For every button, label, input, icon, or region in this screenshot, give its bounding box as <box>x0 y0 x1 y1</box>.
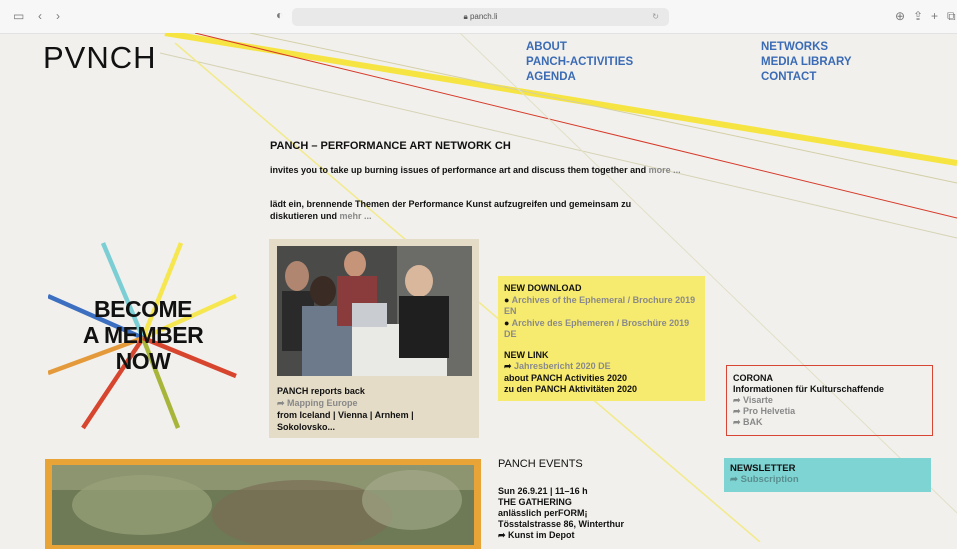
member-line-2: A MEMBER <box>82 322 204 348</box>
browser-toolbar: ▭ ‹ › ◐ 🔒︎ panch.li ↻ ⊕ ⇪ + ⧉ <box>0 0 957 34</box>
intro-de-text: lädt ein, brennende Themen der Performan… <box>270 199 632 221</box>
corona-link-visarte[interactable]: ➦ Visarte <box>733 395 926 406</box>
nav-column-1: ABOUT PANCH-ACTIVITIES AGENDA <box>526 40 633 85</box>
video-image <box>52 465 474 545</box>
report-text: PANCH reports back ➦ Mapping Europe from… <box>277 385 472 433</box>
arrow-icon: ➦ <box>733 395 744 405</box>
event-link-label: Kunst im Depot <box>508 530 575 540</box>
bullet-icon: ● <box>504 294 512 305</box>
bullet-icon: ● <box>504 317 512 328</box>
share-icon[interactable]: ⇪ <box>913 8 923 24</box>
reload-icon[interactable]: ↻ <box>652 8 659 26</box>
corona-link-bak[interactable]: ➦ BAK <box>733 417 926 428</box>
nav-media-library[interactable]: MEDIA LIBRARY <box>761 55 852 70</box>
arrow-icon: ➦ <box>733 417 744 427</box>
about-activities: about PANCH Activities 2020 <box>504 372 628 383</box>
download-item-2[interactable]: ● Archive des Ephemeren / Broschüre 2019… <box>504 318 702 341</box>
event-name: THE GATHERING <box>498 497 572 507</box>
back-icon[interactable]: ‹ <box>38 8 42 24</box>
lock-icon: 🔒︎ <box>463 12 468 21</box>
report-title: PANCH reports back <box>277 386 365 396</box>
report-link[interactable]: ➦ Mapping Europe <box>277 397 472 409</box>
corona-subtitle: Informationen für Kulturschaffende <box>733 384 885 394</box>
photo-people <box>277 246 472 376</box>
pro-helvetia-label: Pro Helvetia <box>743 406 796 416</box>
report-cities: from Iceland | Vienna | Arnhem | Sokolov… <box>277 410 414 432</box>
plus-icon[interactable]: + <box>931 8 938 24</box>
tabs-icon[interactable]: ⧉ <box>947 8 956 24</box>
download-item-1-label: Archives of the Ephemeral / Brochure 201… <box>504 294 696 317</box>
arrow-icon: ➦ <box>277 398 288 408</box>
jahresbericht-link[interactable]: ➦ Jahresbericht 2020 DE <box>504 361 702 373</box>
intro-de: lädt ein, brennende Themen der Performan… <box>270 198 660 222</box>
member-line-3: NOW <box>115 348 171 374</box>
zu-aktivitaeten: zu den PANCH Aktivitäten 2020 <box>504 384 638 394</box>
nav-about[interactable]: ABOUT <box>526 40 633 55</box>
shield-icon[interactable]: ◐ <box>276 7 283 23</box>
download-item-2-label: Archive des Ephemeren / Broschüre 2019 D… <box>504 317 690 340</box>
thin-line-3 <box>459 33 957 514</box>
nav-panch-activities[interactable]: PANCH-ACTIVITIES <box>526 55 633 70</box>
bak-label: BAK <box>743 417 763 427</box>
subscription-label: Subscription <box>740 474 799 485</box>
events-section: PANCH EVENTS Sun 26.9.21 | 11–16 h THE G… <box>498 459 708 541</box>
arrow-icon: ➦ <box>504 361 515 371</box>
arrow-icon: ➦ <box>733 406 744 416</box>
visarte-label: Visarte <box>743 395 773 405</box>
address-text: panch.li <box>469 12 498 21</box>
forward-icon[interactable]: › <box>56 8 60 24</box>
corona-box: CORONA Informationen für Kulturschaffend… <box>726 365 933 436</box>
intro-title: PANCH – PERFORMANCE ART NETWORK CH <box>270 140 511 152</box>
nav-networks[interactable]: NETWORKS <box>761 40 852 55</box>
address-bar[interactable]: 🔒︎ panch.li ↻ <box>292 8 669 26</box>
member-line-1: BECOME <box>94 296 192 322</box>
event-sub: anlässlich perFORM¡ <box>498 508 588 518</box>
newsletter-box: NEWSLETTER ➦ Subscription <box>724 458 931 492</box>
intro-en-text: invites you to take up burning issues of… <box>270 165 649 175</box>
event-date: Sun 26.9.21 | 11–16 h <box>498 486 588 496</box>
nav-contact[interactable]: CONTACT <box>761 70 852 85</box>
download-content: NEW DOWNLOAD ● Archives of the Ephemeral… <box>504 283 702 396</box>
download-title: NEW DOWNLOAD <box>504 283 582 293</box>
mehr-link[interactable]: mehr ... <box>340 211 372 221</box>
event-address: Tösstalstrasse 86, Winterthur <box>498 519 624 529</box>
nav-agenda[interactable]: AGENDA <box>526 70 633 85</box>
nav-column-2: NETWORKS MEDIA LIBRARY CONTACT <box>761 40 852 85</box>
sidebar-icon[interactable]: ▭ <box>13 8 24 24</box>
corona-link-pro-helvetia[interactable]: ➦ Pro Helvetia <box>733 406 926 417</box>
intro-en: invites you to take up burning issues of… <box>270 164 710 176</box>
new-link-title: NEW LINK <box>504 349 549 360</box>
event-link[interactable]: ➦ Kunst im Depot <box>498 530 708 541</box>
subscription-link[interactable]: ➦ Subscription <box>730 474 925 485</box>
arrow-icon: ➦ <box>730 474 741 485</box>
download-item-1[interactable]: ● Archives of the Ephemeral / Brochure 2… <box>504 295 702 318</box>
video-thumbnail[interactable] <box>52 465 474 545</box>
jahresbericht-label: Jahresbericht 2020 DE <box>514 361 611 371</box>
report-photo[interactable] <box>277 246 472 376</box>
download-icon[interactable]: ⊕ <box>895 8 905 24</box>
site-logo[interactable]: PVNCH <box>43 40 157 76</box>
more-link[interactable]: more ... <box>649 165 681 175</box>
corona-title: CORONA <box>733 373 773 383</box>
arrow-icon: ➦ <box>498 530 509 540</box>
events-title: PANCH EVENTS <box>498 458 583 470</box>
report-link-label: Mapping Europe <box>287 398 358 408</box>
become-member-link[interactable]: BECOME A MEMBER NOW <box>63 296 223 374</box>
newsletter-title: NEWSLETTER <box>730 463 796 474</box>
